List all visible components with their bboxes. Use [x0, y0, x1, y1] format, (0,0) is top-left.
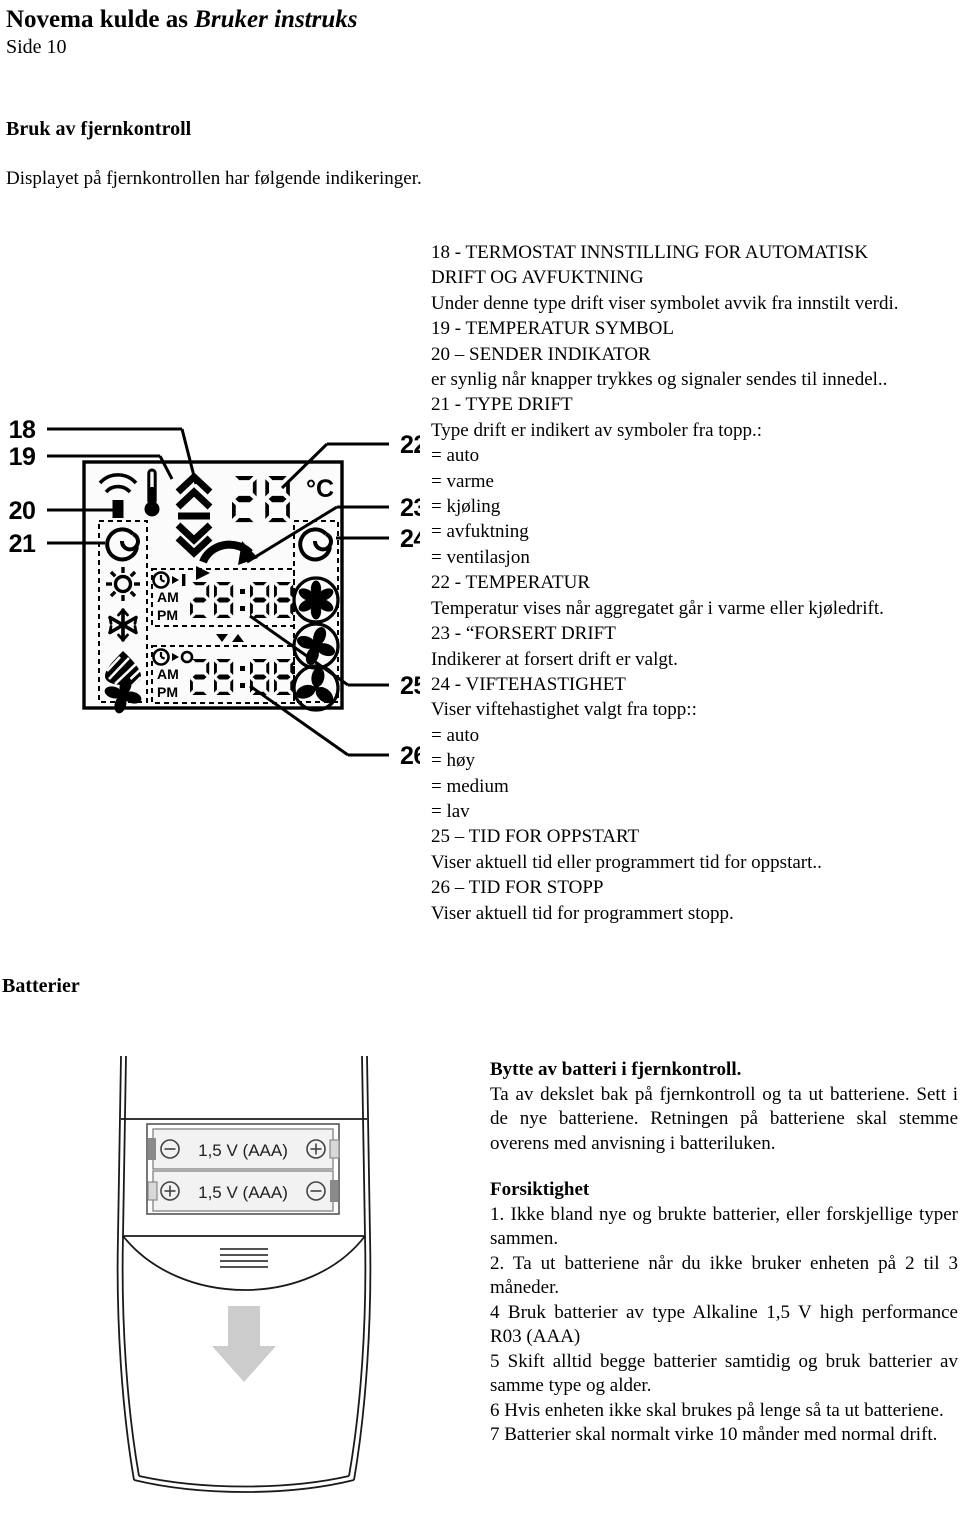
desc-line-18a: 18 - TERMOSTAT INNSTILLING FOR AUTOMATIS…	[431, 242, 869, 263]
callout-21: 21	[9, 530, 36, 558]
callout-26: 26	[400, 742, 420, 770]
desc-line-24b: Viser viftehastighet valgt fra topp::	[431, 699, 697, 721]
battery-paragraph: Ta av dekslet bak på fjernkontroll og ta…	[490, 1083, 958, 1154]
desc-line-23b: Indikerer at forsert drift er valgt.	[431, 648, 678, 670]
remote-battery-diagram: 1,5 V (AAA) 1,5 V (AAA)	[90, 1040, 430, 1510]
display-indicator-descriptions: 18 - TERMOSTAT INNSTILLING FOR AUTOMATIS…	[431, 240, 956, 926]
callout-18: 18	[9, 416, 36, 444]
desc-line-24: 24 - VIFTEHASTIGHET	[431, 673, 626, 695]
caution-item-1: 1. Ikke bland nye og brukte batterier, e…	[490, 1203, 958, 1250]
desc-line-26: 26 – TID FOR STOPP	[431, 877, 604, 899]
stop-am-label: AM	[157, 666, 179, 682]
section-heading: Bruk av fjernkontroll	[6, 118, 192, 140]
batteries-heading: Batterier	[2, 975, 80, 997]
callout-19: 19	[9, 443, 36, 471]
page-number-label: Side 10	[6, 36, 67, 58]
desc-mode-auto: = auto	[431, 445, 480, 467]
caution-item-6: 6 Hvis enheten ikke skal brukes på lenge…	[490, 1399, 944, 1421]
start-pm-label: PM	[157, 607, 178, 623]
desc-line-18c: Under denne type drift viser symbolet av…	[431, 292, 899, 314]
callout-25: 25	[400, 672, 420, 700]
battery-cell-top: 1,5 V (AAA)	[148, 1128, 340, 1170]
desc-mode-ventilasjon: = ventilasjon	[431, 546, 530, 568]
desc-line-25b: Viser aktuell tid eller programmert tid …	[431, 851, 822, 873]
callout-24: 24	[400, 525, 420, 553]
caution-item-5: 5 Skift alltid begge batterier samtidig …	[490, 1350, 958, 1397]
desc-line-22: 22 - TEMPERATUR	[431, 572, 591, 594]
start-am-label: AM	[157, 589, 179, 605]
desc-line-23: 23 - “FORSERT DRIFT	[431, 623, 616, 645]
remote-display-diagram: 18 19 20 21 22 23 24 25 26 °C	[0, 380, 428, 780]
document-title: Bruker instruks	[194, 6, 358, 33]
desc-line-26b: Viser aktuell tid for programmert stopp.	[431, 902, 734, 924]
desc-mode-avfuktning: = avfuktning	[431, 521, 529, 543]
battery-instructions: Bytte av batteri i fjernkontroll. Ta av …	[490, 1058, 958, 1448]
desc-fan-lav: = lav	[431, 800, 470, 822]
callout-22: 22	[400, 431, 420, 459]
stop-pm-label: PM	[157, 684, 178, 700]
temperature-unit-label: °C	[306, 475, 334, 503]
fan-medium-icon	[292, 622, 340, 670]
section-intro-text: Displayet på fjernkontrollen har følgend…	[6, 168, 422, 189]
desc-line-20b: er synlig når knapper trykkes og signale…	[431, 369, 888, 391]
slide-down-arrow-icon	[212, 1306, 276, 1382]
battery-cell-bottom: 1,5 V (AAA)	[147, 1170, 338, 1212]
desc-fan-auto: = auto	[431, 724, 480, 746]
thermostat-deviation-icon	[175, 472, 213, 558]
desc-line-21b: Type drift er indikert av symboler fra t…	[431, 419, 763, 441]
company-name: Novema kulde as	[6, 6, 188, 33]
page-title: Novema kulde as Bruker instruks	[6, 6, 358, 34]
desc-fan-hoy: = høy	[431, 750, 475, 772]
lid-grip-ridges	[220, 1248, 268, 1268]
desc-line-19: 19 - TEMPERATUR SYMBOL	[431, 318, 674, 340]
caution-item-4: 4 Bruk batterier av type Alkaline 1,5 V …	[490, 1301, 958, 1348]
desc-line-22b: Temperatur vises når aggregatet går i va…	[431, 597, 884, 619]
battery-subheading: Bytte av batteri i fjernkontroll.	[490, 1059, 742, 1080]
desc-line-21: 21 - TYPE DRIFT	[431, 394, 573, 416]
caution-item-7: 7 Batterier skal normalt virke 10 månder…	[490, 1424, 938, 1445]
desc-mode-kjoling: = kjøling	[431, 496, 501, 518]
callout-23: 23	[400, 494, 420, 522]
caution-heading: Forsiktighet	[490, 1179, 590, 1200]
desc-fan-medium: = medium	[431, 775, 509, 797]
desc-line-20: 20 – SENDER INDIKATOR	[431, 343, 651, 365]
desc-mode-varme: = varme	[431, 470, 494, 492]
callout-20: 20	[9, 497, 36, 525]
battery-top-label: 1,5 V (AAA)	[198, 1141, 288, 1160]
battery-bottom-label: 1,5 V (AAA)	[198, 1183, 288, 1202]
desc-line-25: 25 – TID FOR OPPSTART	[431, 826, 640, 848]
desc-line-18b: DRIFT OG AVFUKTNING	[431, 267, 644, 289]
caution-item-2: 2. Ta ut batteriene når du ikke bruker e…	[490, 1252, 958, 1299]
